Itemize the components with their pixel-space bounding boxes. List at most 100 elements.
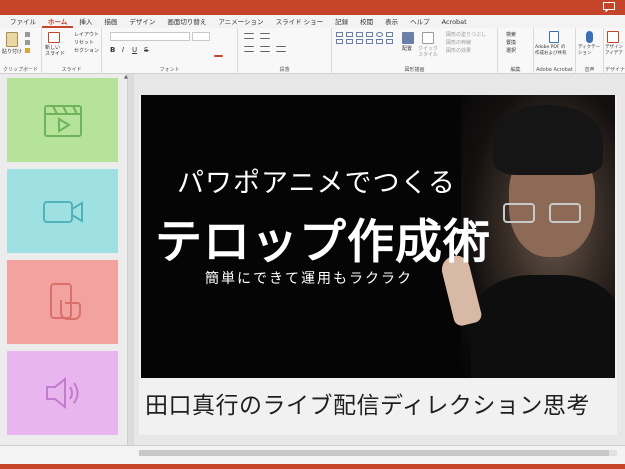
numbering-icon[interactable] [260,33,270,39]
shape-arrow-icon[interactable] [346,39,353,44]
font-strike-button[interactable]: S [144,47,148,54]
presenter-body [471,275,615,378]
select-button[interactable]: 選択 [506,48,516,54]
font-color-icon[interactable] [214,55,223,57]
designer-group: デザイン アイデア デザイナー [604,28,625,74]
touch-phone-icon [49,283,81,320]
ribbon-tab[interactable]: Acrobat [436,16,473,28]
clapperboard-icon [43,105,82,137]
shape-brace-icon[interactable] [366,39,373,44]
format-painter-icon[interactable] [25,48,30,53]
voice-group-label: 音声 [584,67,595,73]
ribbon-tab[interactable]: スライド ショー [270,16,330,28]
clipboard-group-label: クリップボード [2,67,38,73]
comment-icon[interactable] [603,2,615,12]
shape-brace-icon[interactable] [376,39,383,44]
shape-star-icon[interactable] [356,39,363,44]
replace-button[interactable]: 置換 [506,40,516,46]
shape-line-icon[interactable] [356,32,363,37]
slide-canvas[interactable]: パワポアニメでつくる テロップ作成術 簡単にできて運用もラクラク 田口真行のライ… [139,95,617,435]
new-slide-icon[interactable] [48,32,60,43]
shape-rectangle-icon[interactable] [346,32,353,37]
horizontal-scrollbar[interactable] [139,450,617,456]
align-right-icon[interactable] [276,46,286,52]
ribbon-tabs: ファイル ホーム 挿入 描画 デザイン 画面切り替え アニメーション スライド ショー 記録 校閲… [0,15,625,28]
slide-thumbnail[interactable] [7,260,118,344]
shape-fill-button[interactable]: 図形の塗りつぶし [446,32,486,38]
ribbon-tab[interactable]: 表示 [379,16,404,28]
shape-outline-button[interactable]: 図形の枠線 [446,40,471,46]
designer-group-label: デザイナー [605,67,625,73]
reset-button[interactable]: リセット [74,40,94,46]
ribbon-tab[interactable]: 校閲 [354,16,379,28]
font-italic-button[interactable]: I [122,47,124,54]
ribbon-tab[interactable]: 記録 [329,16,354,28]
ribbon-tab[interactable]: 描画 [98,16,123,28]
create-pdf-button[interactable]: Adobe PDF の 作成および共有 [535,45,567,57]
slide-thumbnail[interactable] [7,169,118,253]
shape-oval-icon[interactable] [376,32,383,37]
paste-button-label[interactable]: 貼り付け [2,49,22,55]
microphone-icon[interactable] [586,31,593,43]
arrange-icon[interactable] [402,32,414,44]
arrange-button[interactable]: 配置 [402,46,412,52]
ribbon-tab[interactable]: ファイル [4,16,42,28]
font-name-box[interactable] [110,32,190,41]
pane-splitter[interactable] [128,74,134,445]
ribbon-tab[interactable]: 挿入 [73,16,98,28]
voice-group: ディクテー ション 音声 [576,28,604,74]
align-left-icon[interactable] [244,46,254,52]
paste-icon[interactable] [6,32,18,47]
section-button[interactable]: セクション [74,48,99,54]
ribbon-tab[interactable]: アニメーション [212,16,269,28]
cut-icon[interactable] [25,32,30,37]
design-ideas-icon[interactable] [607,31,619,43]
shape-effects-button[interactable]: 図形の効果 [446,48,471,54]
drawing-group: 配置 クイック スタイル 図形の塗りつぶし 図形の枠線 図形の効果 図形描画 [332,28,498,74]
acrobat-group: Adobe PDF の 作成および共有 Adobe Acrobat [534,28,576,74]
pdf-icon[interactable] [549,31,559,43]
scrollbar-thumb[interactable] [139,450,609,456]
copy-icon[interactable] [25,40,30,45]
shape-rectangle-icon[interactable] [336,32,343,37]
status-bar [0,445,625,469]
font-underline-button[interactable]: U [132,47,137,54]
quick-styles-icon[interactable] [422,32,434,44]
acrobat-group-label: Adobe Acrobat [536,67,573,73]
presenter-glasses [549,203,581,223]
shape-arrow-icon[interactable] [336,39,343,44]
design-ideas-button[interactable]: デザイン アイデア [605,45,623,57]
align-center-icon[interactable] [260,46,270,52]
ribbon-tab[interactable]: ホーム [42,16,74,28]
slide-thumbnail[interactable] [7,78,118,162]
new-slide-button[interactable]: 新しい スライド [45,45,65,57]
font-size-box[interactable] [192,32,210,41]
slide-subtitle: 簡単にできて運用もラクラク [205,271,413,287]
clipboard-group: 貼り付け クリップボード [0,28,42,74]
quick-styles-button[interactable]: クイック スタイル [418,46,438,58]
paragraph-group: 段落 [238,28,332,74]
ribbon-tab[interactable]: デザイン [123,16,161,28]
shape-line-icon[interactable] [366,32,373,37]
ribbon-tab[interactable]: ヘルプ [404,16,436,28]
workspace: ▲ パワポアニメでつくる テロップ作成術 簡単にできて運用もラクラク 田口真行の… [0,74,625,445]
slide-headline: パワポアニメでつくる [177,168,456,199]
font-bold-button[interactable]: B [110,47,115,54]
shapes-gallery[interactable] [336,32,394,44]
slide-thumbnail[interactable] [7,351,118,435]
slide-thumbnail-pane[interactable]: ▲ [0,74,128,445]
video-camera-icon [42,201,83,223]
shape-callout-icon[interactable] [386,39,393,44]
slide-video-frame[interactable]: パワポアニメでつくる テロップ作成術 簡単にできて運用もラクラク [141,95,615,378]
ribbon-tab[interactable]: 画面切り替え [161,16,212,28]
slides-group: 新しい スライド レイアウト リセット セクション スライド [42,28,102,74]
shape-triangle-icon[interactable] [386,32,393,37]
slide-caption: 田口真行のライブ配信ディレクション思考 [145,393,590,419]
find-button[interactable]: 検索 [506,32,516,38]
slides-group-label: スライド [61,67,82,73]
slide-title: テロップ作成術 [155,215,491,270]
bullets-icon[interactable] [244,33,254,39]
editing-group-label: 編集 [510,67,521,73]
layout-button[interactable]: レイアウト [74,32,99,38]
dictate-button[interactable]: ディクテー ション [578,45,600,57]
